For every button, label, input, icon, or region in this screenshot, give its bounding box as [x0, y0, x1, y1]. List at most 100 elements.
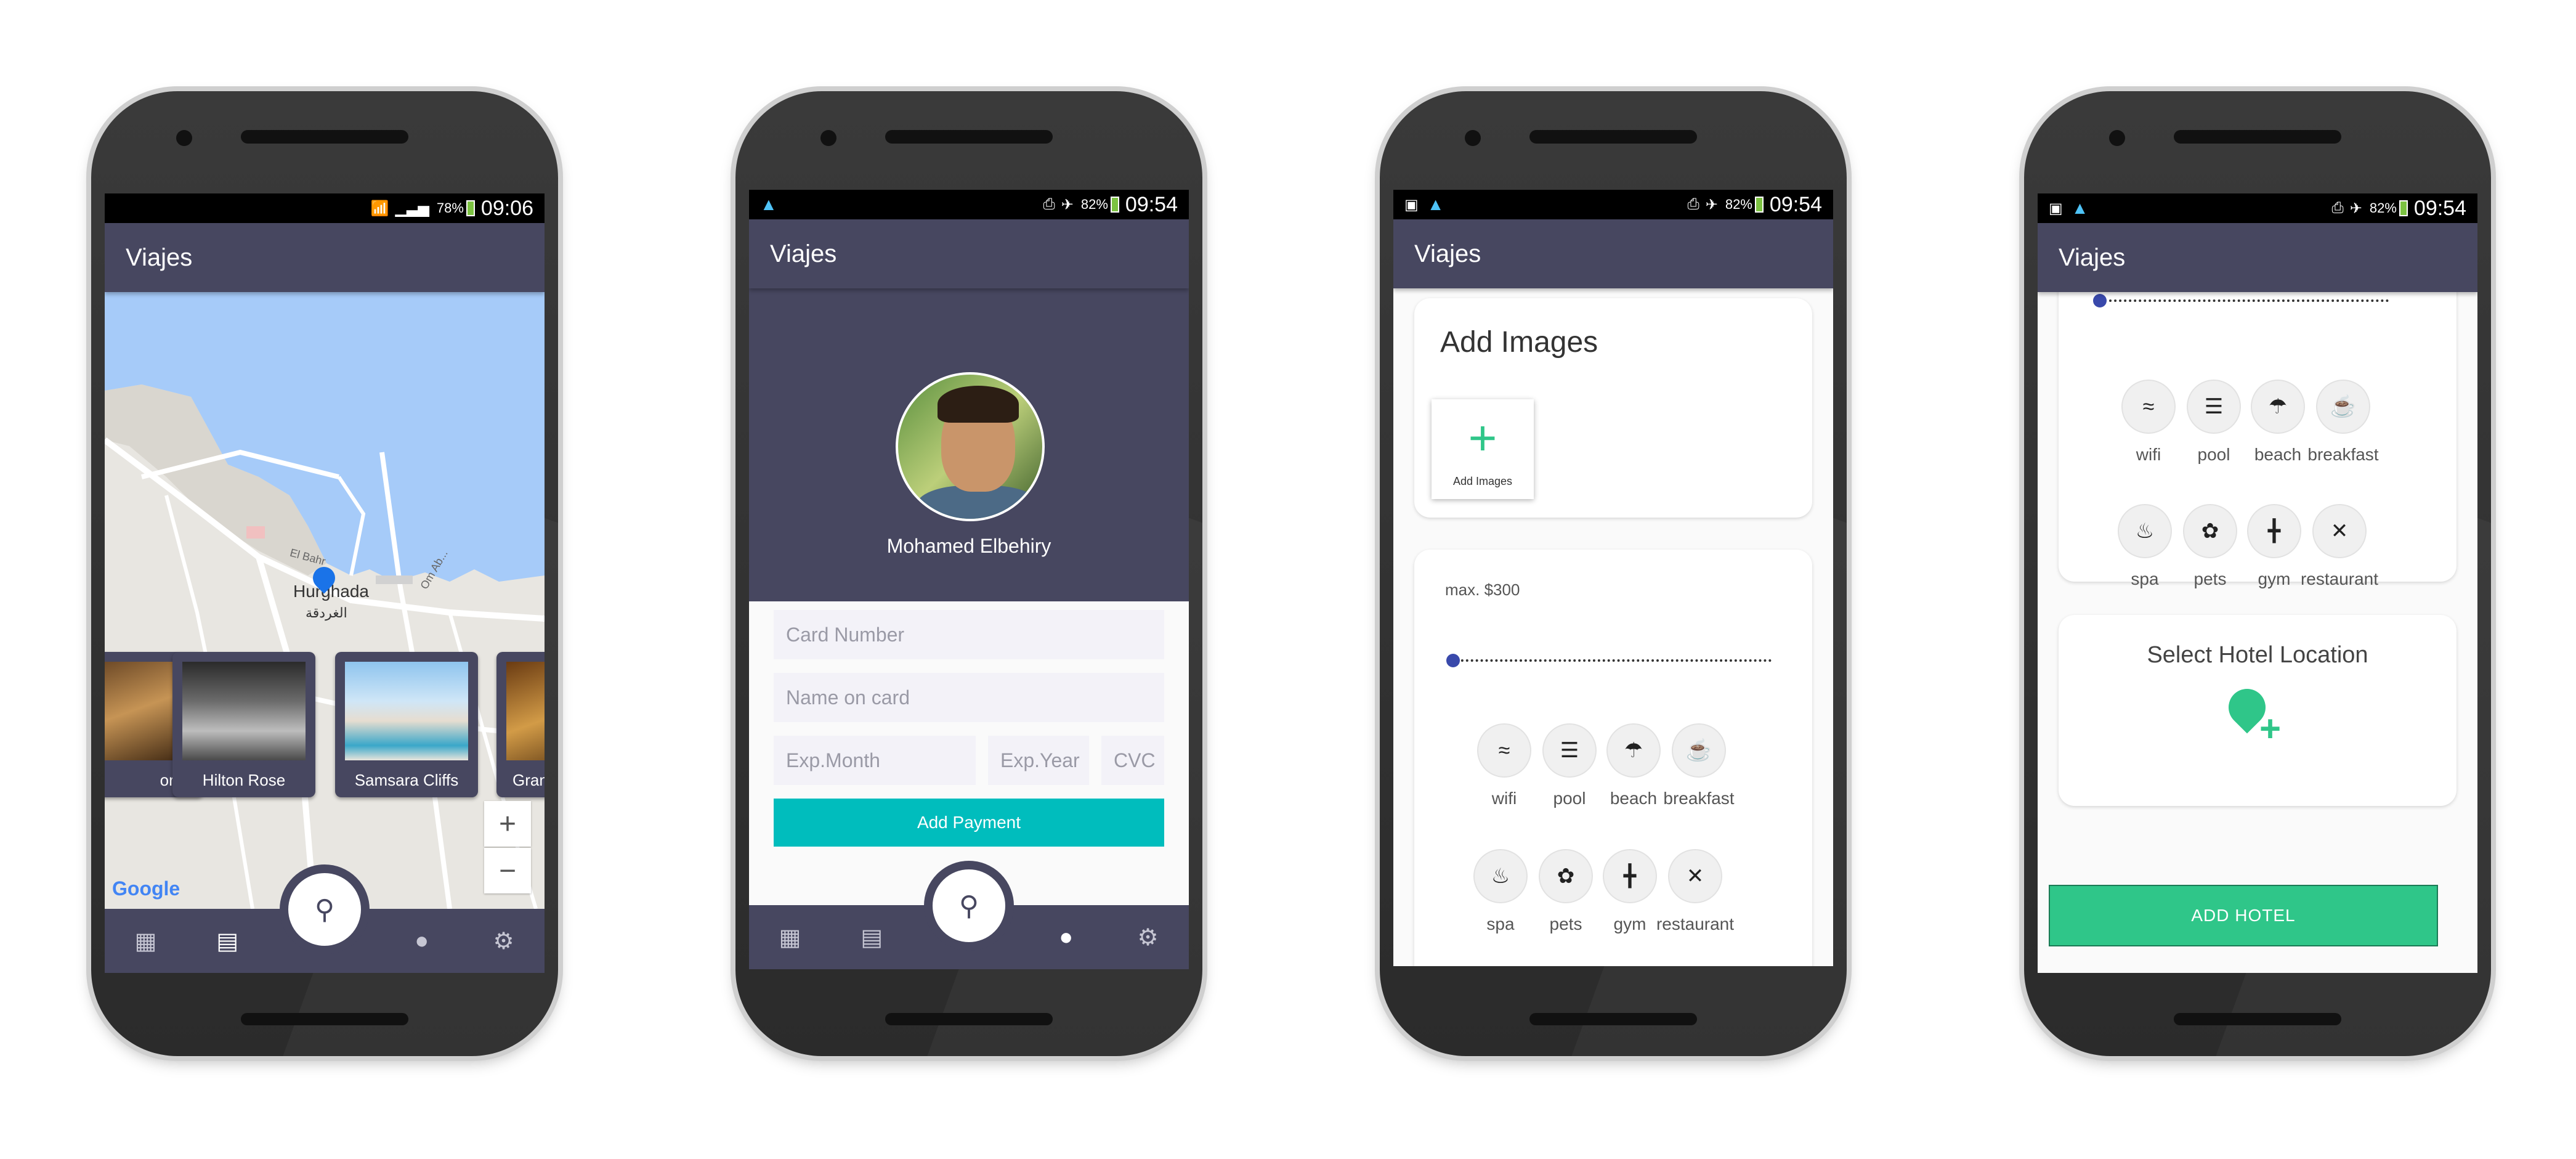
profile-name: Mohamed Elbehiry [886, 535, 1051, 557]
app-notification-icon: ▲ [760, 195, 777, 214]
hotel-card[interactable]: Samsara Cliffs [335, 652, 478, 797]
price-slider-knob[interactable] [1446, 654, 1460, 667]
hotel-location-panel[interactable]: Select Hotel Location + [2059, 615, 2457, 806]
cvc-field[interactable]: CVC [1101, 736, 1164, 785]
front-camera [820, 130, 836, 146]
add-image-tile[interactable]: + Add Images [1432, 399, 1534, 499]
card-number-field[interactable]: Card Number [774, 610, 1164, 659]
zoom-out-button[interactable]: − [484, 848, 531, 893]
battery-percent: 82% [2369, 200, 2397, 216]
status-bar: 📶 ▁▃▅ 78% 09:06 [105, 193, 545, 223]
plus-icon: + [2259, 708, 2282, 749]
exp-year-field[interactable]: Exp.Year [988, 736, 1089, 785]
zoom-in-button[interactable]: + [484, 801, 531, 847]
airplane-icon: ✈ [1705, 196, 1718, 213]
search-icon: ⚲ [314, 894, 335, 925]
add-images-title: Add Images [1440, 326, 1598, 359]
phone-profile: ▲ ⎙ ✈ 82% 09:54 Viajes Mohamed Elbehiry C… [735, 91, 1202, 1056]
person-icon[interactable]: ● [397, 928, 447, 954]
amenity-breakfast[interactable]: ☕ breakfast [1663, 723, 1735, 808]
coffee-cup-icon: ☕ [1672, 723, 1726, 778]
gear-icon[interactable]: ⚙ [479, 927, 529, 955]
earpiece-speaker [2174, 130, 2341, 144]
person-icon[interactable]: ● [1042, 924, 1091, 951]
hotel-card[interactable]: Gran [496, 652, 545, 797]
phone-add-hotel: ▣ ▲ ⎙ ✈ 82% 09:54 Viajes ≈ wifi ☰ pool ☂ beac… [2024, 91, 2491, 1056]
status-time: 09:06 [480, 196, 533, 220]
beach-icon: ☂ [1606, 723, 1661, 778]
app-title: Viajes [126, 243, 193, 271]
battery-icon [1110, 197, 1119, 213]
spa-icon: ♨ [1473, 849, 1528, 903]
price-slider-knob[interactable] [2093, 294, 2107, 307]
mute-icon: ⎙ [1687, 196, 1699, 213]
filter-panel: max. $300 ≈ wifi ☰ pool ☂ beach ☕ breakfast … [1414, 550, 1812, 966]
exp-month-field[interactable]: Exp.Month [774, 736, 976, 785]
battery-icon [466, 200, 475, 216]
app-bar: Viajes [749, 219, 1189, 288]
phone-add-images: ▣ ▲ ⎙ ✈ 82% 09:54 Viajes Add Images + Add … [1380, 91, 1847, 1056]
bottom-speaker [241, 1013, 408, 1025]
add-hotel-button[interactable]: ADD HOTEL [2049, 885, 2438, 946]
search-button[interactable]: ⚲ [924, 861, 1014, 951]
battery-percent: 82% [1080, 197, 1108, 212]
airplane-icon: ✈ [2349, 200, 2362, 217]
mute-icon: ⎙ [2331, 200, 2344, 216]
amenity-label: restaurant [1656, 914, 1735, 933]
battery-percent: 78% [436, 200, 464, 216]
app-bar: Viajes [2038, 223, 2477, 292]
status-bar: ▣ ▲ ⎙ ✈ 82% 09:54 [2038, 193, 2477, 223]
search-button[interactable]: ⚲ [280, 864, 370, 954]
battery-percent: 82% [1725, 197, 1752, 212]
dumbbell-icon: ╋ [1603, 849, 1657, 903]
bottom-speaker [885, 1013, 1053, 1025]
phone-map: 📶 ▁▃▅ 78% 09:06 Viajes Hurghada الغردقة … [91, 91, 558, 1056]
grid-icon[interactable]: ▦ [121, 927, 170, 955]
image-notification-icon: ▣ [2049, 200, 2063, 217]
amenities-panel: ≈ wifi ☰ pool ☂ beach ☕ breakfast ♨ spa ✿ pets… [2059, 255, 2457, 588]
price-slider[interactable] [2099, 299, 2389, 304]
front-camera [1465, 130, 1481, 146]
earpiece-speaker [241, 130, 408, 144]
front-camera [2109, 130, 2125, 146]
screen: ▲ ⎙ ✈ 82% 09:54 Viajes Mohamed Elbehiry C… [749, 190, 1189, 969]
hotel-thumbnail [182, 662, 306, 760]
map-icon[interactable]: ▤ [847, 924, 896, 951]
max-price-label: max. $300 [1445, 580, 1520, 599]
dumbbell-icon: ╋ [2247, 504, 2301, 558]
app-title: Viajes [1414, 240, 1481, 267]
fork-knife-icon: ✕ [1668, 849, 1722, 903]
wifi-icon: ≈ [2121, 380, 2176, 434]
map-icon[interactable]: ▤ [203, 927, 252, 955]
hotel-name: Hilton Rose [202, 771, 286, 789]
airplane-icon: ✈ [1061, 196, 1074, 213]
pool-icon: ☰ [1542, 723, 1597, 778]
battery-icon [1754, 197, 1764, 213]
beach-icon: ☂ [2251, 380, 2305, 434]
paw-icon: ✿ [1539, 849, 1593, 903]
map-view[interactable]: Hurghada الغردقة El Bahr Om Ab... ort Hi… [105, 292, 545, 909]
hotel-name: Samsara Cliffs [354, 771, 459, 789]
app-title: Viajes [770, 240, 837, 267]
signal-icon: ▁▃▅ [395, 200, 429, 217]
avatar[interactable] [896, 372, 1045, 521]
hotel-card[interactable]: Hilton Rose [172, 652, 315, 797]
screen: ▣ ▲ ⎙ ✈ 82% 09:54 Viajes ≈ wifi ☰ pool ☂ beac… [2038, 193, 2477, 973]
profile-header: Mohamed Elbehiry [749, 288, 1189, 601]
grid-icon[interactable]: ▦ [765, 924, 814, 951]
amenity-restaurant[interactable]: ✕ restaurant [2301, 504, 2378, 589]
status-time: 09:54 [1769, 192, 1822, 216]
add-image-tile-label: Add Images [1452, 475, 1513, 487]
price-slider[interactable] [1451, 659, 1772, 664]
bottom-speaker [1529, 1013, 1697, 1025]
add-payment-button[interactable]: Add Payment [774, 799, 1164, 847]
name-on-card-field[interactable]: Name on card [774, 673, 1164, 722]
app-notification-icon: ▲ [1427, 195, 1444, 214]
amenity-breakfast[interactable]: ☕ breakfast [2307, 380, 2379, 465]
mute-icon: ⎙ [1043, 196, 1055, 213]
app-bar: Viajes [1393, 219, 1833, 288]
google-logo: Google [112, 877, 180, 900]
amenity-restaurant[interactable]: ✕ restaurant [1656, 849, 1734, 934]
gear-icon[interactable]: ⚙ [1124, 924, 1173, 951]
battery-icon [2399, 200, 2408, 216]
